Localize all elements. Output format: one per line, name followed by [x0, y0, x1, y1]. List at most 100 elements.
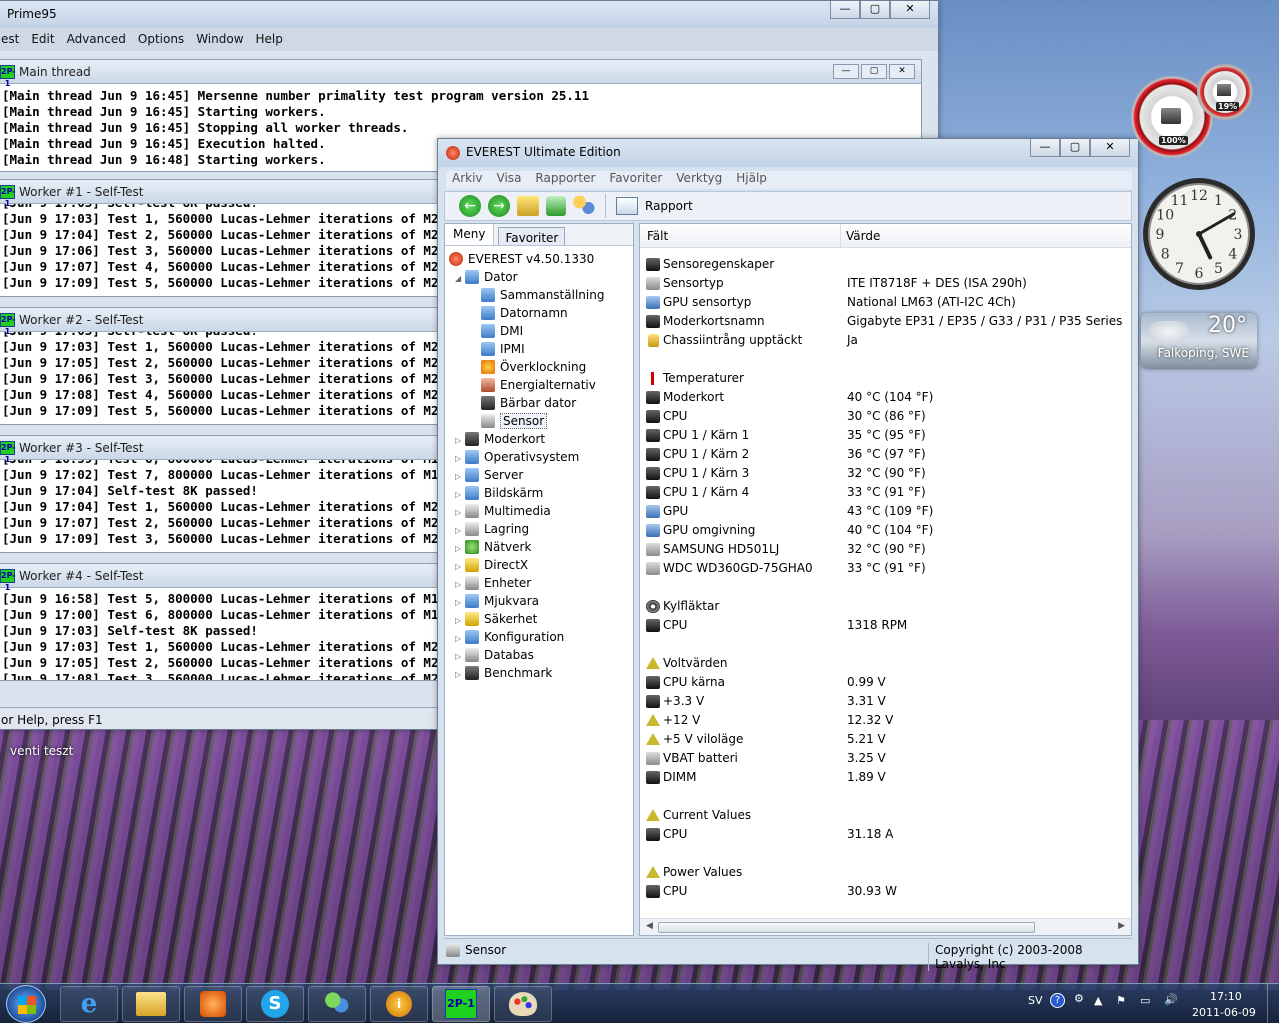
close-button[interactable]: ✕ — [1090, 139, 1130, 157]
weather-gadget[interactable]: 20° Falköping, SWE — [1141, 313, 1257, 369]
tree-item-directx[interactable]: ▷ DirectX — [451, 556, 633, 574]
data-row[interactable]: Sensortyp ITE IT8718F + DES (ISA 290h) — [646, 274, 1131, 293]
data-row[interactable]: Chassiintrång upptäckt Ja — [646, 331, 1131, 350]
data-row[interactable]: GPU omgivning 40 °C (104 °F) — [646, 521, 1131, 540]
menu-item[interactable]: Rapporter — [535, 171, 595, 189]
clock-date[interactable]: 2011-06-09 — [1192, 1006, 1256, 1019]
data-row[interactable]: Moderkortsnamn Gigabyte EP31 / EP35 / G33… — [646, 312, 1131, 331]
report-icon[interactable] — [616, 197, 638, 215]
data-row[interactable]: CPU 1 / Kärn 3 32 °C (90 °F) — [646, 464, 1131, 483]
menu-item[interactable]: est — [1, 32, 19, 46]
start-button[interactable] — [6, 985, 46, 1023]
users-icon[interactable] — [573, 196, 595, 216]
tree-item-bärbar-dator[interactable]: Bärbar dator — [451, 394, 633, 412]
taskbar-explorer[interactable] — [122, 986, 180, 1022]
tree-item-datornamn[interactable]: Datornamn — [451, 304, 633, 322]
tree-item-bildskärm[interactable]: ▷ Bildskärm — [451, 484, 633, 502]
horizontal-scrollbar[interactable]: ◀ ▶ — [640, 918, 1131, 935]
tree-item-multimedia[interactable]: ▷ Multimedia — [451, 502, 633, 520]
menu-item[interactable]: Options — [138, 32, 184, 46]
tree-item-energialternativ[interactable]: Energialternativ — [451, 376, 633, 394]
tree-item-nätverk[interactable]: ▷ Nätverk — [451, 538, 633, 556]
prime95-titlebar[interactable]: Prime95 — ▢ ✕ — [0, 1, 938, 28]
refresh-icon[interactable] — [546, 196, 566, 216]
close-button[interactable]: ✕ — [890, 1, 930, 19]
up-folder-icon[interactable] — [517, 196, 539, 216]
clock-gadget[interactable]: 121234567891011 — [1141, 172, 1257, 296]
data-row[interactable]: CPU 1 / Kärn 2 36 °C (97 °F) — [646, 445, 1131, 464]
child-titlebar[interactable]: 2P-1 Main thread — ▢ ✕ — [0, 60, 921, 88]
minimize-button[interactable]: — — [1030, 139, 1060, 157]
tree-item-operativsystem[interactable]: ▷ Operativsystem — [451, 448, 633, 466]
menu-item[interactable]: Verktyg — [676, 171, 722, 189]
tree-item-dmi[interactable]: DMI — [451, 322, 633, 340]
data-row[interactable]: CPU 30.93 W — [646, 882, 1131, 901]
data-row[interactable]: CPU 30 °C (86 °F) — [646, 407, 1131, 426]
tree-item-enheter[interactable]: ▷ Enheter — [451, 574, 633, 592]
data-row[interactable]: +12 V 12.32 V — [646, 711, 1131, 730]
menu-item[interactable]: Help — [256, 32, 283, 46]
help-icon[interactable]: ? — [1050, 993, 1065, 1008]
taskbar-everest[interactable]: i — [370, 986, 428, 1022]
taskbar-ie[interactable]: e — [60, 986, 118, 1022]
back-icon[interactable]: ← — [459, 195, 481, 217]
data-row[interactable]: CPU 1 / Kärn 1 35 °C (95 °F) — [646, 426, 1131, 445]
maximize-button[interactable]: ▢ — [860, 1, 890, 19]
network-icon[interactable]: ▭ — [1140, 994, 1150, 1007]
tree-item-benchmark[interactable]: ▷ Benchmark — [451, 664, 633, 682]
cpu-meter-gadget[interactable]: 100% 19% — [1129, 62, 1255, 158]
menu-item[interactable]: Favoriter — [609, 171, 662, 189]
clock-time[interactable]: 17:10 — [1210, 990, 1242, 1003]
tree-item-dator[interactable]: ◢ Dator — [451, 268, 633, 286]
scroll-thumb[interactable] — [658, 922, 1035, 933]
data-row[interactable]: CPU 1 / Kärn 4 33 °C (91 °F) — [646, 483, 1131, 502]
column-header-value[interactable]: Värde — [840, 224, 880, 248]
tree-item-moderkort[interactable]: ▷ Moderkort — [451, 430, 633, 448]
taskbar-messenger[interactable] — [308, 986, 366, 1022]
taskbar-media-player[interactable] — [184, 986, 242, 1022]
tree-item-ipmi[interactable]: IPMI — [451, 340, 633, 358]
menu-item[interactable]: Hjälp — [736, 171, 767, 189]
minimize-button[interactable]: — — [830, 1, 860, 19]
scroll-right-icon[interactable]: ▶ — [1118, 921, 1125, 931]
data-row[interactable]: DIMM 1.89 V — [646, 768, 1131, 787]
data-row[interactable]: +5 V viloläge 5.21 V — [646, 730, 1131, 749]
menu-item[interactable]: Edit — [31, 32, 54, 46]
language-indicator[interactable]: SV — [1028, 994, 1043, 1007]
close-button[interactable]: ✕ — [889, 64, 915, 79]
data-row[interactable]: Moderkort 40 °C (104 °F) — [646, 388, 1131, 407]
forward-icon[interactable]: → — [488, 195, 510, 217]
tree-item-databas[interactable]: ▷ Databas — [451, 646, 633, 664]
data-row[interactable]: CPU 31.18 A — [646, 825, 1131, 844]
data-row[interactable]: GPU sensortyp National LM63 (ATI-I2C 4Ch) — [646, 293, 1131, 312]
data-row[interactable]: +3.3 V 3.31 V — [646, 692, 1131, 711]
tree-item-konfiguration[interactable]: ▷ Konfiguration — [451, 628, 633, 646]
desktop-icon-label[interactable]: venti teszt — [10, 744, 73, 758]
column-header-field[interactable]: Fält — [647, 229, 668, 243]
show-desktop-button[interactable] — [1267, 984, 1279, 1023]
expand-arrow-icon[interactable]: ▷ — [455, 666, 465, 684]
tree-item-överklockning[interactable]: Överklockning — [451, 358, 633, 376]
scroll-left-icon[interactable]: ◀ — [646, 921, 653, 931]
data-row[interactable]: WDC WD360GD-75GHA0 33 °C (91 °F) — [646, 559, 1131, 578]
data-row[interactable]: SAMSUNG HD501LJ 32 °C (90 °F) — [646, 540, 1131, 559]
data-row[interactable]: CPU 1318 RPM — [646, 616, 1131, 635]
menu-item[interactable]: Arkiv — [452, 171, 483, 189]
tree-item-mjukvara[interactable]: ▷ Mjukvara — [451, 592, 633, 610]
tree-root[interactable]: EVEREST v4.50.1330 — [449, 250, 594, 268]
action-center-icon[interactable]: ⚑ — [1116, 994, 1126, 1007]
data-row[interactable]: VBAT batteri 3.25 V — [646, 749, 1131, 768]
maximize-button[interactable]: ▢ — [861, 64, 887, 79]
volume-icon[interactable]: 🔊 — [1164, 993, 1178, 1006]
report-button[interactable]: Rapport — [645, 199, 693, 213]
menu-item[interactable]: Window — [196, 32, 243, 46]
tree-item-sensor[interactable]: Sensor — [451, 412, 633, 430]
tree-item-sammanställning[interactable]: Sammanställning — [451, 286, 633, 304]
tree-item-lagring[interactable]: ▷ Lagring — [451, 520, 633, 538]
menu-item[interactable]: Visa — [497, 171, 522, 189]
tray-options-icon[interactable]: ⚙ — [1074, 992, 1084, 1005]
show-hidden-icons[interactable]: ▲ — [1094, 994, 1102, 1007]
tab-favoriter[interactable]: Favoriter — [498, 227, 566, 245]
menu-item[interactable]: Advanced — [67, 32, 126, 46]
tree-item-säkerhet[interactable]: ▷ Säkerhet — [451, 610, 633, 628]
